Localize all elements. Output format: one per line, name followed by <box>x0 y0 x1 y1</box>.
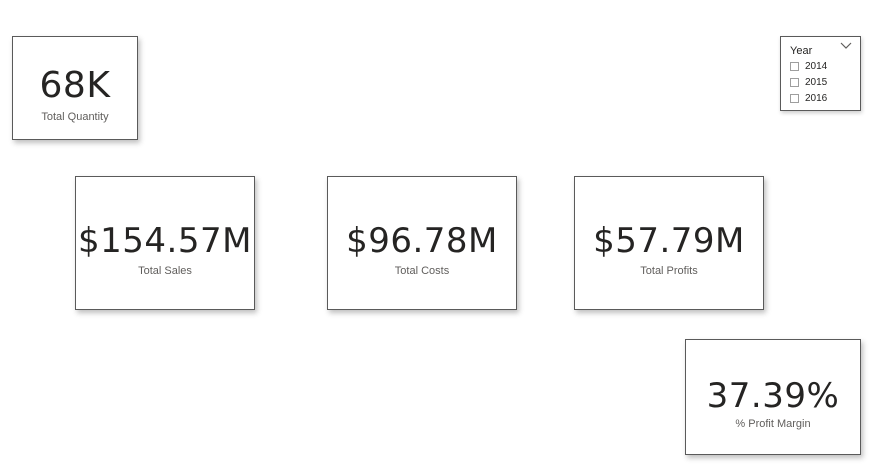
total-sales-value: $154.57M <box>78 221 252 261</box>
slicer-title: Year <box>790 45 813 57</box>
year-option-2015[interactable]: 2015 <box>790 74 827 90</box>
chevron-down-icon[interactable] <box>840 41 852 51</box>
total-costs-card[interactable]: $96.78M Total Costs <box>327 176 517 310</box>
year-option-label: 2015 <box>805 76 828 88</box>
checkbox[interactable] <box>790 93 799 103</box>
total-profits-value: $57.79M <box>593 221 745 261</box>
year-option-2014[interactable]: 2014 <box>790 58 827 74</box>
total-sales-card[interactable]: $154.57M Total Sales <box>75 176 255 310</box>
year-option-2016[interactable]: 2016 <box>790 90 827 106</box>
checkbox[interactable] <box>790 61 799 71</box>
slicer-options: 2014 2015 2016 <box>790 58 827 106</box>
year-option-label: 2016 <box>805 92 828 104</box>
total-profits-card[interactable]: $57.79M Total Profits <box>574 176 764 310</box>
checkbox[interactable] <box>790 77 799 87</box>
total-costs-label: Total Costs <box>394 265 450 277</box>
profit-margin-card[interactable]: 37.39% % Profit Margin <box>685 339 861 455</box>
total-costs-value: $96.78M <box>346 221 498 261</box>
total-quantity-label: Total Quantity <box>41 111 109 123</box>
year-slicer[interactable]: Year 2014 2015 2016 <box>780 36 861 111</box>
profit-margin-label: % Profit Margin <box>735 418 811 430</box>
slicer-header[interactable]: Year <box>790 41 854 57</box>
total-profits-label: Total Profits <box>640 265 698 277</box>
total-quantity-value: 68K <box>39 65 111 106</box>
total-sales-label: Total Sales <box>138 265 192 277</box>
profit-margin-value: 37.39% <box>706 376 840 416</box>
total-quantity-card[interactable]: 68K Total Quantity <box>12 36 138 140</box>
year-option-label: 2014 <box>805 60 828 72</box>
